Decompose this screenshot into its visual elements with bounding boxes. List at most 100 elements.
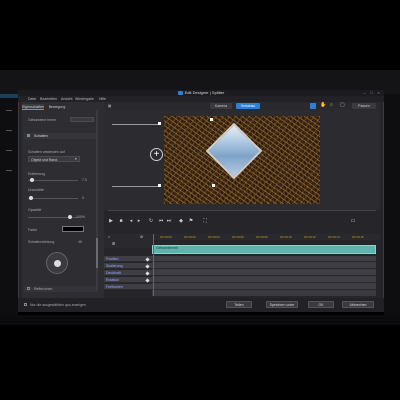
timeline-tick: 00:00:14 [328, 235, 340, 239]
loop-icon[interactable]: ↻ [148, 218, 154, 224]
distance-label: Entfernung [28, 172, 46, 176]
blur-label: Unschärfe [28, 188, 44, 192]
timeline-tick: 00:00:10 [280, 235, 292, 239]
direction-value[interactable]: 45 [78, 240, 82, 244]
tab-properties[interactable]: Eigenschaften [22, 104, 44, 110]
timeline-tick: 00:00:06 [232, 235, 244, 239]
shadow-apply-select[interactable]: Objekt und Rand ▾ [28, 156, 80, 162]
distance-slider-thumb[interactable] [30, 178, 34, 182]
share-button[interactable]: Teilen [226, 301, 252, 308]
keyframe-tracks[interactable] [152, 256, 376, 296]
track-name: Rotation [106, 278, 120, 282]
transform-handle[interactable] [210, 118, 213, 121]
next-frame-icon[interactable]: ▸ [136, 218, 142, 224]
opacity-slider-thumb[interactable] [68, 215, 72, 219]
playhead[interactable] [153, 234, 154, 296]
grid-icon[interactable]: ▦ [108, 103, 111, 109]
guide-line [112, 124, 160, 125]
blur-slider[interactable] [28, 198, 78, 199]
anchor-plus-icon[interactable]: + [150, 148, 163, 161]
color-swatch[interactable] [62, 226, 84, 232]
color-label: Farbe [28, 228, 38, 232]
inner-field[interactable] [70, 117, 94, 122]
video-clip[interactable] [152, 245, 376, 254]
host-icon [6, 110, 12, 111]
timeline-tick: 00:00:04 [208, 235, 220, 239]
reflection-checkbox[interactable] [27, 287, 30, 290]
hand-tool-icon[interactable]: ✋ [320, 102, 326, 108]
timeline-header: ⊞ [104, 240, 152, 248]
timeline-tick: 00:00:00 [160, 235, 172, 239]
playback-controls: ▶ ■ ◂ ▸ ↻ ⏮ ⏭ ◆ ⚑ ⛶ ▭ [104, 212, 380, 228]
zoom-select[interactable]: Passen [352, 103, 376, 109]
timeline-tick: 00:00:08 [256, 235, 268, 239]
guide-line [112, 186, 160, 187]
transform-handle[interactable] [158, 122, 161, 125]
inner-label: Gebundene Innen [28, 118, 57, 122]
track-name: Position [106, 257, 119, 261]
distance-slider[interactable] [28, 180, 78, 181]
shadow-apply-value: Objekt und Rand [31, 157, 58, 162]
cancel-button[interactable]: Abbrechen [342, 301, 374, 308]
show-selected-checkbox[interactable] [24, 303, 27, 306]
track-name: Skalierung [106, 264, 123, 268]
preview-toolbar: ▦ Kamera Vorschau ✋ ⌕ ▢ Passen [104, 102, 380, 110]
app-logo-icon [177, 90, 183, 95]
timeline-settings-icon[interactable]: ⚙ [140, 235, 143, 239]
add-track-icon[interactable]: ⊞ [112, 241, 115, 246]
fit-icon[interactable]: ▢ [340, 102, 345, 108]
camera-toggle[interactable]: Kamera [210, 103, 232, 109]
stop-icon[interactable]: ■ [118, 218, 124, 224]
timeline-tick: 00:00:02 [184, 235, 196, 239]
save-as-button[interactable]: Speichern unter [266, 301, 298, 308]
track-name: Freiformen [106, 285, 123, 289]
blur-value[interactable]: 3 [82, 196, 84, 200]
host-icon [6, 170, 12, 171]
clip-label: Gebundenheit [156, 246, 178, 250]
track-name: Deckkraft [106, 271, 121, 275]
distance-value[interactable]: 7.0 [82, 178, 87, 182]
opacity-label: Opazität [28, 208, 42, 212]
marker-icon[interactable]: ⚑ [188, 218, 194, 224]
keyframe-icon[interactable]: ◆ [178, 218, 184, 224]
host-left-accent [0, 94, 18, 98]
track-row[interactable]: Freiformen [104, 284, 376, 290]
select-tool-icon[interactable] [310, 103, 316, 109]
transform-handle[interactable] [212, 184, 215, 187]
shadow-apply-label: Schatten anwenden auf [28, 150, 65, 154]
host-icon [6, 130, 12, 131]
properties-panel: Eigenschaften Bewegung Gebundene Innen S… [22, 102, 104, 298]
prev-frame-icon[interactable]: ◂ [128, 218, 134, 224]
playback-progress-bar[interactable] [108, 210, 376, 211]
tab-motion[interactable]: Bewegung [46, 104, 68, 110]
fast-forward-icon[interactable]: ⏭ [166, 218, 172, 224]
rewind-icon[interactable]: ⏮ [158, 218, 164, 224]
host-right-rail [384, 94, 400, 324]
subtitle-icon[interactable]: ▭ [350, 218, 356, 224]
reflection-section-label: Reflexionen [34, 287, 53, 291]
direction-dial-knob[interactable] [54, 260, 61, 267]
ok-button[interactable]: OK [308, 301, 334, 308]
blur-slider-thumb[interactable] [29, 196, 33, 200]
shadow-section-header[interactable]: Schatten [24, 133, 98, 139]
direction-label: Schattenrichtung [28, 240, 55, 244]
properties-scroll-thumb[interactable] [96, 238, 98, 268]
zoom-tool-icon[interactable]: ⌕ [330, 102, 333, 108]
timeline-tick: 00:00:16 [352, 235, 364, 239]
preview-toggle[interactable]: Vorschau [236, 103, 260, 109]
host-icon [6, 150, 12, 151]
chevron-down-icon: ▾ [75, 157, 77, 161]
opacity-value[interactable]: 100% [76, 215, 85, 219]
timeline-tick: 00:00:12 [304, 235, 316, 239]
shadow-checkbox[interactable] [27, 134, 30, 137]
play-icon[interactable]: ▶ [108, 218, 114, 224]
shadow-section-label: Schatten [34, 134, 48, 138]
reflection-section-header[interactable]: Reflexionen [24, 286, 98, 292]
host-left-rail [0, 94, 18, 324]
transform-handle[interactable] [158, 184, 161, 187]
show-selected-label: Nur die ausgewählten quo anzeigen [30, 302, 86, 307]
fullscreen-icon[interactable]: ⛶ [202, 218, 208, 224]
timeline-home-icon[interactable]: ⌂ [108, 235, 110, 239]
host-status-bar [0, 315, 400, 325]
dialog-footer: Nur die ausgewählten quo anzeigen Teilen… [18, 298, 384, 312]
